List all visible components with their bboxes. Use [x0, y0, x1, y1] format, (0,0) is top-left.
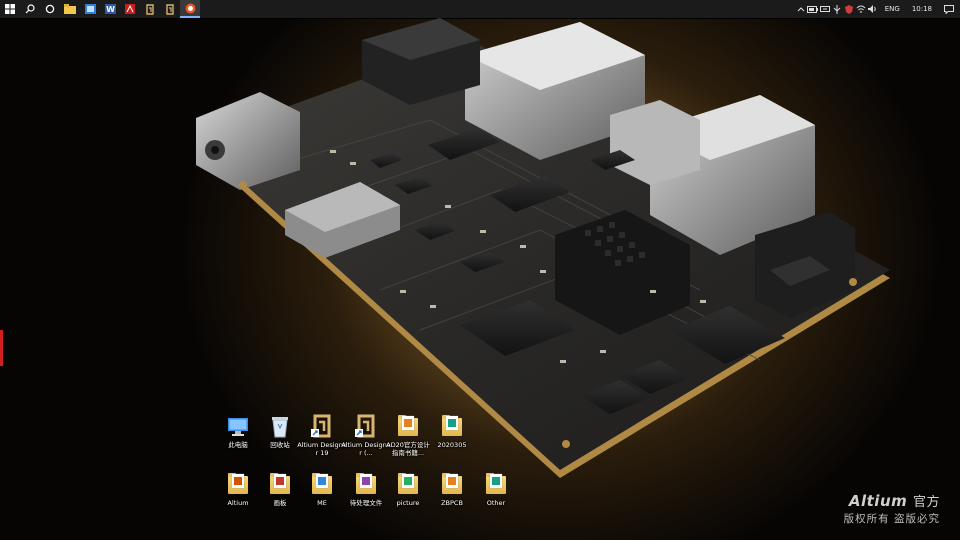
desktop-icon-label: picture: [396, 499, 420, 507]
desktop-icon-folder-zbpcb[interactable]: ZBPCB: [430, 472, 474, 507]
desktop-icon-label: ME: [317, 499, 327, 507]
folder-icon: [311, 472, 333, 496]
desktop-icon-this-pc[interactable]: 此电脑: [216, 414, 260, 449]
folder-icon: [441, 414, 463, 438]
desktop-icon-label: 2020305: [437, 441, 467, 449]
desktop-icon-folder-2020305[interactable]: 2020305: [430, 414, 474, 449]
desktop-icon-ad20-doc[interactable]: AD20官方设计指南书籍...: [386, 414, 430, 457]
altium-watermark: Altium 官方 版权所有 盗版必究: [844, 491, 940, 526]
watermark-subtitle: 版权所有 盗版必究: [843, 513, 940, 525]
desktop-icon-folder-pending[interactable]: 待处理文件: [344, 472, 388, 507]
folder-icon: [485, 472, 507, 496]
folder-icon: [269, 472, 291, 496]
folder-icon: [355, 472, 377, 496]
desktop-icon-label: Other: [486, 499, 506, 507]
desktop-icon-label: AD20官方设计指南书籍...: [386, 441, 430, 457]
folder-icon: [441, 472, 463, 496]
recycle-bin-icon: [269, 414, 291, 438]
altium-designer-icon: [355, 414, 377, 438]
desktop-icon-folder-altium[interactable]: Altium: [216, 472, 260, 507]
computer-icon: [227, 414, 249, 438]
desktop-icon-label: Altium Designer 19: [297, 441, 347, 457]
desktop-icon-folder-me[interactable]: ME: [300, 472, 344, 507]
desktop-icon-folder-other[interactable]: Other: [474, 472, 518, 507]
folder-icon: [397, 472, 419, 496]
watermark-brand-suffix: 官方: [912, 495, 940, 510]
altium-designer-icon: [311, 414, 333, 438]
desktop-icon-altium-designer-ellipsis[interactable]: Altium Designer (...: [341, 414, 391, 457]
pcb-wallpaper: [196, 18, 890, 478]
desktop-icon-label: ZBPCB: [441, 499, 463, 507]
desktop-icon-folder-huaban[interactable]: 画板: [258, 472, 302, 507]
desktop-icon-folder-picture[interactable]: picture: [386, 472, 430, 507]
watermark-brand-name: Altium: [848, 492, 908, 510]
watermark-brand: Altium 官方: [844, 491, 940, 510]
desktop-icon-altium-designer-19[interactable]: Altium Designer 19: [297, 414, 347, 457]
desktop-icon-recycle-bin[interactable]: 回收站: [258, 414, 302, 449]
folder-icon: [227, 472, 249, 496]
folder-icon: [397, 414, 419, 438]
